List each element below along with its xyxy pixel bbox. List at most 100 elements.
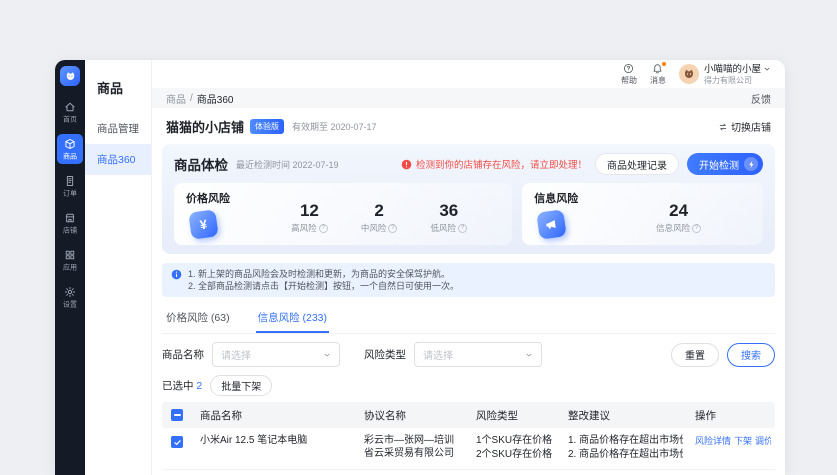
- stat-value: 12: [300, 202, 319, 220]
- sidebar-item-orders[interactable]: 订单: [57, 171, 83, 201]
- product-name-label: 商品名称: [162, 347, 204, 362]
- adjust-price-link[interactable]: 调价: [755, 434, 771, 448]
- switch-shop-label: 切换店铺: [731, 119, 771, 134]
- info-risk-panel: 信息风险 24 信息风险: [522, 183, 763, 245]
- help-button[interactable]: 帮助: [621, 63, 637, 86]
- column-header-agreement: 协议名称: [356, 408, 468, 423]
- column-header-actions: 操作: [691, 408, 775, 423]
- topbar: 帮助 消息 小喵喵的小屋 得: [152, 60, 785, 88]
- stat-label: 低风险: [431, 222, 457, 234]
- primary-sidebar: 首页 商品 订单 店铺 应用 设置: [55, 60, 85, 475]
- start-check-button[interactable]: 开始检测: [687, 153, 763, 175]
- price-risk-icon: ¥: [188, 209, 218, 239]
- submenu-item-product-360[interactable]: 商品360: [85, 144, 151, 175]
- app-window: 首页 商品 订单 店铺 应用 设置 商品 商品管理 商品360: [55, 60, 785, 475]
- sidebar-item-products[interactable]: 商品: [57, 134, 83, 164]
- main-area: 帮助 消息 小喵喵的小屋 得: [152, 60, 785, 475]
- secondary-sidebar: 商品 商品管理 商品360: [85, 60, 152, 475]
- sidebar-item-apps[interactable]: 应用: [57, 245, 83, 275]
- messages-label: 消息: [650, 75, 666, 86]
- apps-icon: [64, 249, 76, 261]
- risk-tabs: 价格风险 (63) 信息风险 (233): [162, 303, 775, 334]
- breadcrumb-root[interactable]: 商品: [166, 91, 186, 106]
- settings-icon: [64, 286, 76, 298]
- risk-alert-text: 检测到你的店铺存在风险，请立即处理！: [416, 157, 587, 171]
- health-card-header: 商品体检 最近检测时间 2022-07-19 检测到你的店铺存在风险，请立即处理…: [174, 153, 763, 175]
- stat-label: 信息风险: [656, 222, 690, 234]
- batch-offshelf-button[interactable]: 批量下架: [210, 375, 272, 396]
- notice-line: 1. 新上架的商品风险会及时检测和更新，为商品的安全保驾护航。: [188, 268, 459, 280]
- sidebar-item-label: 订单: [63, 190, 77, 198]
- company-name: 得力有限公司: [704, 76, 771, 85]
- sidebar-item-shop[interactable]: 店铺: [57, 208, 83, 238]
- tooltip-question-icon[interactable]: [319, 224, 328, 233]
- shop-icon: [64, 212, 76, 224]
- tooltip-question-icon[interactable]: [458, 224, 467, 233]
- price-risk-stats: 12 高风险 2 中风险: [186, 202, 500, 234]
- megaphone-icon: [537, 209, 567, 239]
- breadcrumb-separator: /: [190, 93, 193, 104]
- sidebar-item-label: 首页: [63, 116, 77, 124]
- table-row: 小米 i5-11300H 笔记本电脑 关于清理县—打印机—框架协议的项目—培训省…: [162, 470, 775, 475]
- info-icon: [171, 269, 182, 280]
- stat-label: 中风险: [361, 222, 387, 234]
- switch-shop-button[interactable]: 切换店铺: [718, 119, 771, 134]
- info-risk-stats: 24 信息风险: [534, 202, 751, 234]
- search-button[interactable]: 搜索: [727, 343, 775, 367]
- offshelf-link[interactable]: 下架: [734, 434, 752, 448]
- risk-type-line: 1个SKU存在价格高风险: [476, 434, 552, 448]
- sidebar-item-home[interactable]: 首页: [57, 97, 83, 127]
- health-card-title: 商品体检: [174, 154, 228, 174]
- tab-info-risk[interactable]: 信息风险 (233): [256, 303, 329, 333]
- tab-price-risk[interactable]: 价格风险 (63): [164, 303, 232, 333]
- health-card-actions: 检测到你的店铺存在风险，请立即处理！ 商品处理记录 开始检测: [401, 153, 763, 175]
- column-header-risk-type: 风险类型: [468, 408, 560, 423]
- product-icon: [64, 138, 76, 150]
- info-risk-title: 信息风险: [534, 190, 578, 206]
- swap-icon: [718, 122, 728, 132]
- reset-button[interactable]: 重置: [671, 343, 719, 367]
- filter-bar: 商品名称 请选择 风险类型 请选择 重置 搜索: [162, 342, 775, 367]
- sidebar-item-settings[interactable]: 设置: [57, 282, 83, 312]
- select-placeholder: 请选择: [221, 347, 251, 362]
- notice-line: 2. 全部商品检测请点击【开始检测】按钮，一个自然日可使用一次。: [188, 280, 459, 292]
- stat-medium-risk: 2 中风险: [361, 202, 398, 234]
- row-checkbox[interactable]: [171, 436, 183, 448]
- lightning-icon: [744, 157, 758, 171]
- product-name-select[interactable]: 请选择: [212, 342, 340, 367]
- account-menu[interactable]: 小喵喵的小屋 得力有限公司: [679, 64, 771, 85]
- selection-bar: 已选中 2 批量下架: [162, 375, 775, 396]
- stat-info-risk: 24 信息风险: [656, 202, 701, 234]
- row-actions: 风险详情 下架 调价: [695, 434, 771, 448]
- selected-text: 已选中 2: [162, 378, 202, 393]
- submenu-item-product-management[interactable]: 商品管理: [85, 113, 151, 144]
- alert-icon: [401, 159, 412, 170]
- table-row: 小米Air 12.5 笔记本电脑 彩云市—张网—培训省云采贸易有限公司 1个SK…: [162, 428, 775, 470]
- process-record-button[interactable]: 商品处理记录: [595, 153, 679, 175]
- avatar: [679, 64, 699, 84]
- cat-avatar-icon: [682, 67, 696, 81]
- check-icon: [173, 438, 182, 447]
- submenu-title: 商品: [85, 72, 151, 113]
- risk-type-select[interactable]: 请选择: [414, 342, 542, 367]
- order-icon: [64, 175, 76, 187]
- stat-value: 24: [669, 202, 688, 220]
- user-name: 小喵喵的小屋: [704, 64, 761, 75]
- messages-button[interactable]: 消息: [650, 63, 666, 86]
- chevron-down-icon: [763, 65, 771, 73]
- risk-detail-link[interactable]: 风险详情: [695, 434, 731, 448]
- select-all-checkbox[interactable]: [171, 409, 183, 421]
- help-label: 帮助: [621, 75, 637, 86]
- price-risk-panel: 价格风险 ¥ 12 高风险: [174, 183, 512, 245]
- tooltip-question-icon[interactable]: [388, 224, 397, 233]
- stat-label: 高风险: [291, 222, 317, 234]
- sidebar-item-label: 应用: [63, 264, 77, 272]
- tooltip-question-icon[interactable]: [692, 224, 701, 233]
- chevron-down-icon: [525, 351, 533, 359]
- shop-header: 猫猫的小店铺 体验版 有效期至 2020-07-17 切换店铺: [162, 108, 775, 144]
- help-icon: [623, 63, 634, 74]
- sidebar-item-label: 商品: [63, 153, 77, 161]
- product-name: 小米Air 12.5 笔记本电脑: [200, 434, 348, 448]
- feedback-link[interactable]: 反馈: [751, 91, 771, 106]
- column-header-suggestion: 整改建议: [560, 408, 691, 423]
